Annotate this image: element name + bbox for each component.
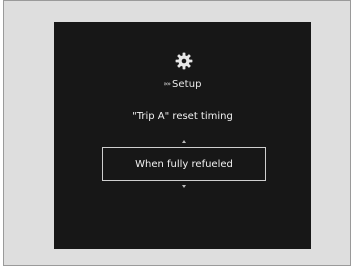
scroll-down-icon[interactable] [182, 185, 186, 188]
setting-title: "Trip A" reset timing [132, 111, 233, 122]
display-screen: »» Setup "Trip A" reset timing When fully… [54, 22, 311, 249]
selected-option-button[interactable]: When fully refueled [102, 147, 266, 181]
menu-title: Setup [171, 79, 202, 90]
gear-icon [175, 52, 193, 70]
selected-option-label: When fully refueled [135, 158, 233, 170]
scroll-up-icon[interactable] [182, 140, 186, 143]
chevron-right-icon: »» [163, 80, 171, 88]
breadcrumb: »» Setup [54, 79, 311, 90]
figure-frame: »» Setup "Trip A" reset timing When fully… [3, 0, 351, 266]
